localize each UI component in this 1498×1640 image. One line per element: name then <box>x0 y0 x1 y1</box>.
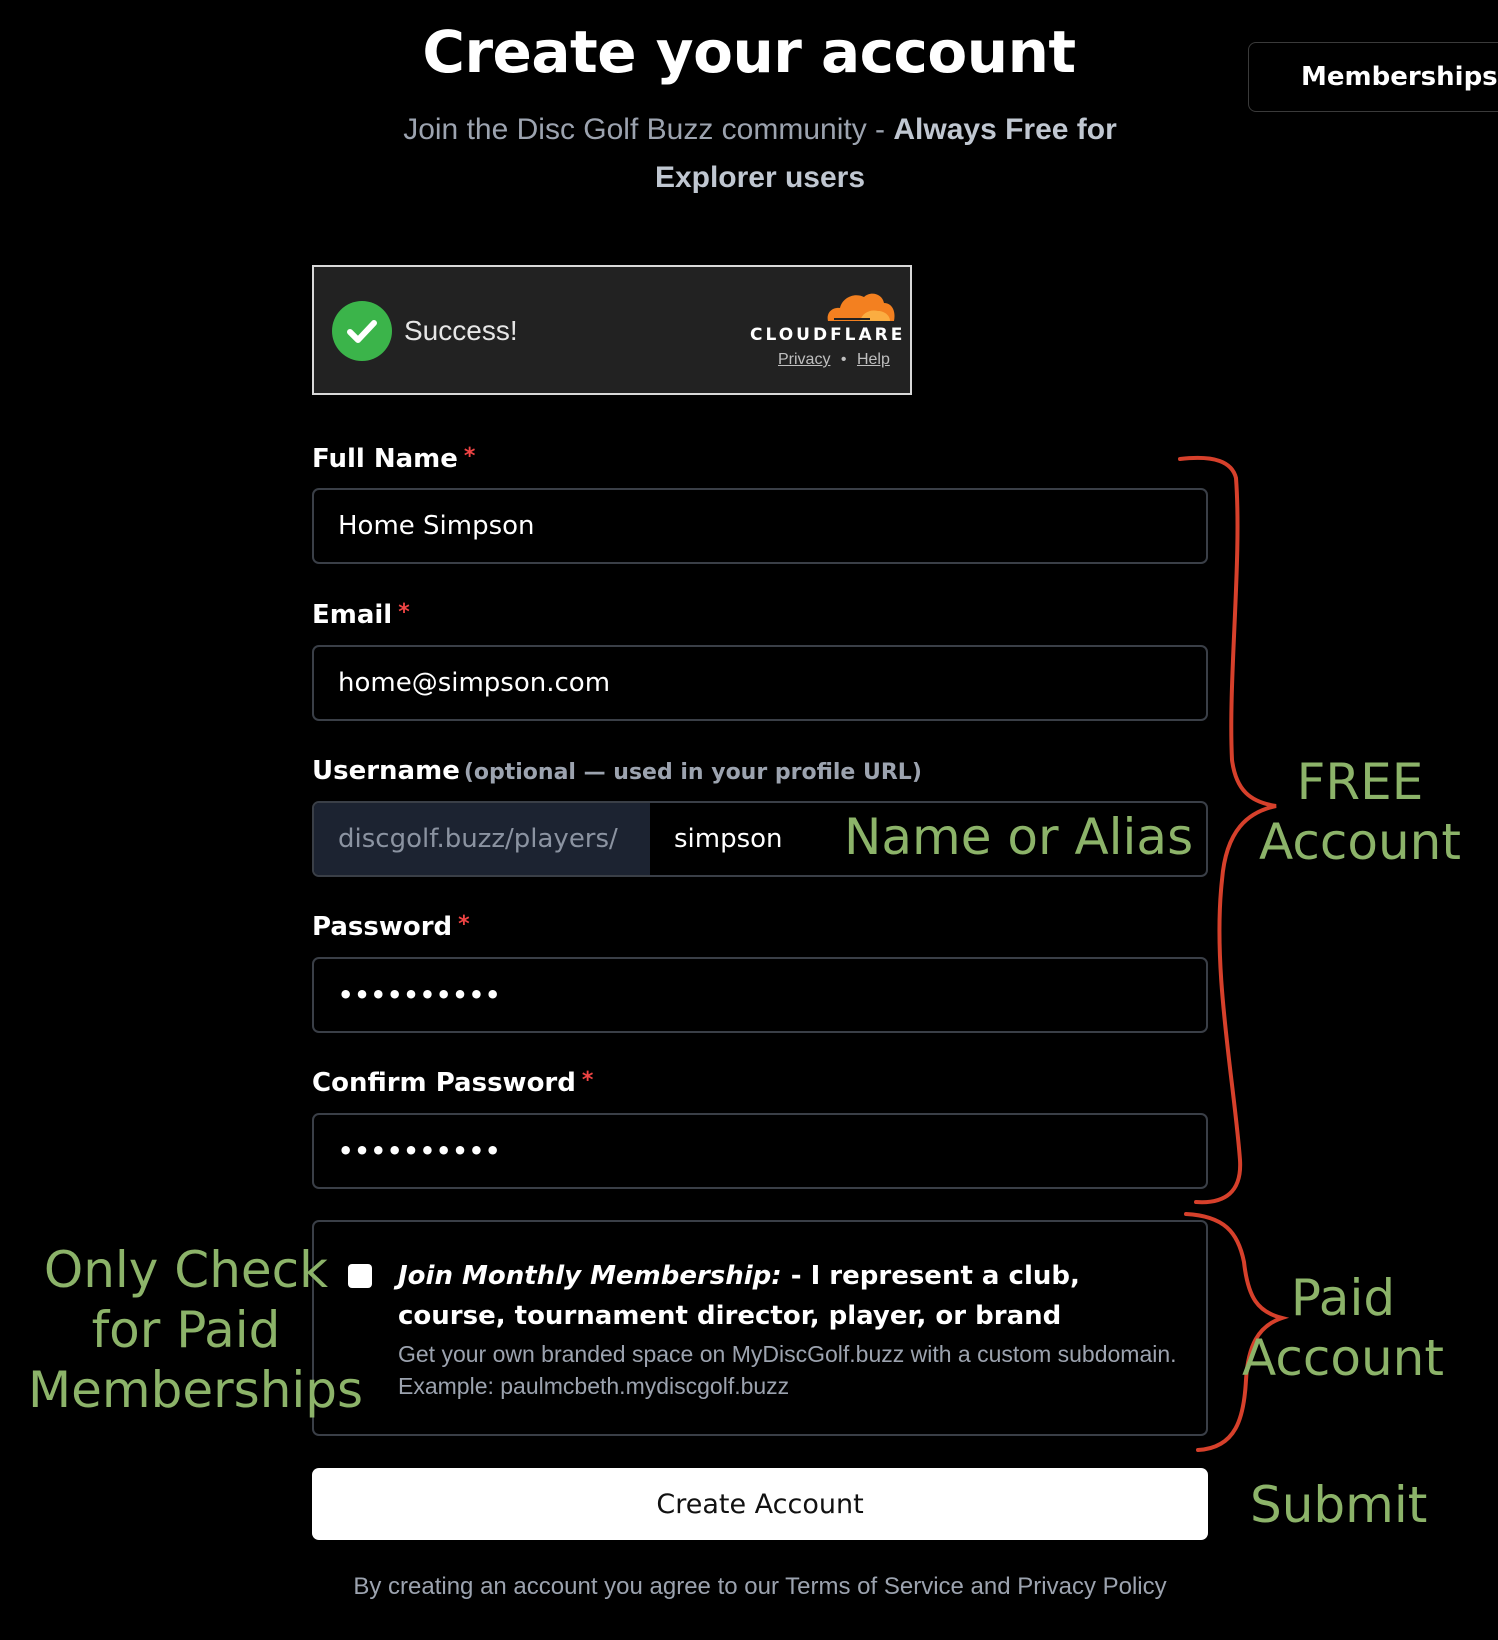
annotation-only-check: Only Check for Paid Memberships <box>28 1240 364 1420</box>
cloudflare-cloud-icon <box>827 293 895 321</box>
username-url-prefix: discgolf.buzz/players/ <box>314 803 650 875</box>
cloudflare-logo: CLOUDFLARE <box>750 325 906 345</box>
membership-title: Join Monthly Membership: - I represent a… <box>398 1256 1188 1336</box>
password-label-text: Password <box>312 912 453 942</box>
captcha-status: Success! <box>404 315 518 346</box>
full-name-label: Full Name * <box>312 444 475 474</box>
page-subtitle: Join the Disc Golf Buzz community - Alwa… <box>340 106 1180 202</box>
email-input[interactable]: home@simpson.com <box>312 645 1208 721</box>
membership-description: Get your own branded space on MyDiscGolf… <box>398 1341 1177 1399</box>
annotation-name-alias: Name or Alias <box>844 808 1194 866</box>
annotation-only-check-line1: Only Check <box>43 1241 329 1299</box>
annotation-free-account: FREE Account <box>1252 752 1468 872</box>
annotation-paid-line2: Account <box>1242 1329 1444 1387</box>
memberships-button[interactable]: Memberships <box>1248 42 1498 112</box>
confirm-password-label: Confirm Password * <box>312 1068 593 1098</box>
success-check-icon <box>332 301 392 361</box>
confirm-password-label-text: Confirm Password <box>312 1068 576 1098</box>
captcha-privacy-link[interactable]: Privacy <box>778 351 830 368</box>
required-mark: * <box>458 912 470 937</box>
username-label-text: Username <box>312 756 460 786</box>
required-mark: * <box>581 1068 594 1093</box>
email-label-text: Email <box>312 600 393 630</box>
membership-title-emphasis: Join Monthly Membership: <box>398 1261 782 1291</box>
cloudflare-captcha: Success! CLOUDFLARE Privacy • Help <box>312 265 912 395</box>
annotation-free-line1: FREE <box>1296 753 1424 811</box>
required-mark: * <box>463 444 476 469</box>
terms-notice: By creating an account you agree to our … <box>353 1573 1167 1600</box>
required-mark: * <box>398 600 410 625</box>
full-name-input[interactable]: Home Simpson <box>312 488 1208 564</box>
username-hint: (optional — used in your profile URL) <box>463 760 922 785</box>
confirm-password-input[interactable]: •••••••••• <box>312 1113 1208 1189</box>
captcha-help-link[interactable]: Help <box>857 351 890 368</box>
subtitle-text: Join the Disc Golf Buzz community - <box>403 113 894 146</box>
annotation-free-line2: Account <box>1259 813 1461 871</box>
membership-option: Join Monthly Membership: - I represent a… <box>312 1220 1208 1436</box>
captcha-link-separator: • <box>840 351 847 368</box>
captcha-links: Privacy • Help <box>778 351 890 369</box>
password-input[interactable]: •••••••••• <box>312 957 1208 1033</box>
full-name-label-text: Full Name <box>312 444 458 474</box>
email-label: Email * <box>312 600 410 630</box>
annotation-paid-account: Paid Account <box>1240 1268 1446 1388</box>
create-account-button[interactable]: Create Account <box>312 1468 1208 1540</box>
password-label: Password * <box>312 912 470 942</box>
membership-checkbox[interactable] <box>348 1264 372 1288</box>
annotation-submit: Submit <box>1250 1476 1428 1534</box>
annotation-only-check-line3: Memberships <box>28 1361 364 1419</box>
annotation-paid-line1: Paid <box>1290 1269 1396 1327</box>
annotation-only-check-line2: for Paid <box>91 1301 281 1359</box>
username-label: Username (optional — used in your profile… <box>312 756 922 786</box>
